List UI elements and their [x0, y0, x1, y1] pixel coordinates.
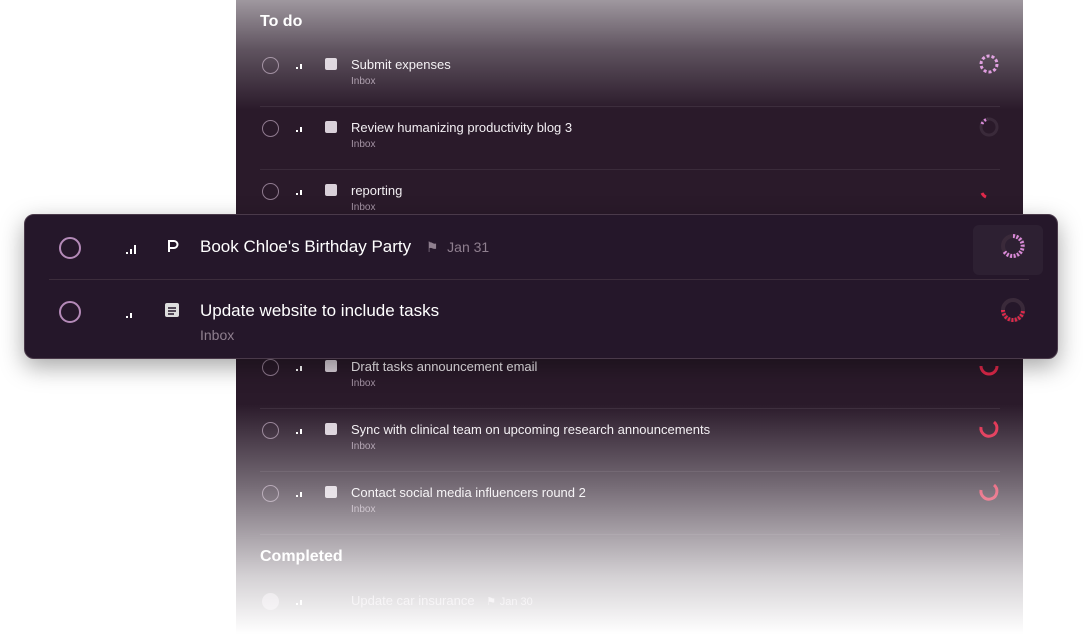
complete-checkbox[interactable] — [262, 359, 279, 376]
task-title[interactable]: Contact social media influencers round 2 — [351, 485, 586, 500]
task-row-featured[interactable]: Update website to include tasks Inbox — [49, 279, 1029, 344]
task-project: Inbox — [351, 139, 376, 150]
task-title[interactable]: Submit expenses — [351, 57, 451, 72]
complete-checkbox[interactable] — [262, 120, 279, 137]
task-title[interactable]: reporting — [351, 183, 402, 198]
progress-ring-icon — [980, 192, 987, 199]
task-project: Inbox — [351, 441, 376, 452]
task-row[interactable]: Review humanizing productivity blog 3 In… — [260, 106, 1000, 170]
task-date: Jan 30 — [499, 596, 533, 608]
priority-icon — [126, 245, 136, 254]
task-project: Inbox — [351, 378, 376, 389]
priority-icon — [296, 492, 302, 497]
completed-task-title: Update car insurance — [351, 593, 475, 608]
priority-icon — [296, 127, 302, 132]
inbox-icon — [325, 423, 337, 435]
progress-ring-icon — [979, 54, 999, 74]
task-project: Inbox — [351, 202, 376, 213]
priority-icon — [126, 313, 132, 318]
inbox-icon — [325, 486, 337, 498]
progress-ring-icon — [979, 483, 999, 501]
task-title-text: Book Chloe's Birthday Party — [200, 237, 412, 256]
inbox-icon — [165, 303, 179, 317]
task-row[interactable]: Contact social media influencers round 2… — [260, 471, 1000, 535]
priority-icon — [296, 366, 302, 371]
task-row[interactable]: Submit expenses Inbox — [260, 43, 1000, 107]
highlighted-tasks-card: Book Chloe's Birthday Party ⚑ Jan 31 Upd… — [24, 214, 1058, 359]
task-title[interactable]: Update website to include tasks — [200, 301, 439, 321]
task-title[interactable]: Book Chloe's Birthday Party ⚑ Jan 31 — [200, 237, 489, 257]
completed-section-title: Completed — [260, 548, 343, 565]
task-project: Inbox — [200, 327, 235, 343]
complete-checkbox[interactable] — [262, 183, 279, 200]
task-row[interactable]: Sync with clinical team on upcoming rese… — [260, 408, 1000, 472]
complete-checkbox[interactable] — [59, 301, 81, 323]
progress-ring-icon — [979, 420, 999, 438]
priority-icon — [296, 600, 302, 605]
priority-icon — [296, 64, 302, 69]
task-date: Jan 31 — [447, 239, 490, 255]
task-title[interactable]: Update car insurance ⚑ Jan 30 — [351, 593, 533, 608]
task-title[interactable]: Draft tasks announcement email — [351, 359, 537, 374]
progress-ring-icon — [1001, 298, 1025, 322]
complete-checkbox[interactable] — [262, 422, 279, 439]
progress-ring-icon — [979, 117, 999, 137]
flag-icon: ⚑ — [486, 596, 497, 608]
inbox-icon — [325, 121, 337, 133]
complete-checkbox[interactable] — [262, 57, 279, 74]
task-title[interactable]: Review humanizing productivity blog 3 — [351, 120, 572, 135]
completed-checkbox[interactable] — [262, 593, 279, 610]
progress-ring-icon — [1001, 234, 1025, 258]
priority-icon — [296, 190, 302, 195]
p-logo-icon — [168, 240, 179, 252]
complete-checkbox[interactable] — [262, 485, 279, 502]
priority-icon — [296, 429, 302, 434]
inbox-icon — [325, 360, 337, 372]
inbox-icon — [325, 58, 337, 70]
complete-checkbox[interactable] — [59, 237, 81, 259]
task-row-featured[interactable]: Book Chloe's Birthday Party ⚑ Jan 31 — [49, 215, 1029, 280]
inbox-icon — [325, 184, 337, 196]
flag-icon: ⚑ — [425, 239, 439, 255]
task-project: Inbox — [351, 76, 376, 87]
todo-section-title: To do — [260, 13, 303, 30]
completed-task-row[interactable]: Update car insurance ⚑ Jan 30 — [260, 579, 1000, 634]
task-title[interactable]: Sync with clinical team on upcoming rese… — [351, 422, 710, 437]
task-project: Inbox — [351, 504, 376, 515]
